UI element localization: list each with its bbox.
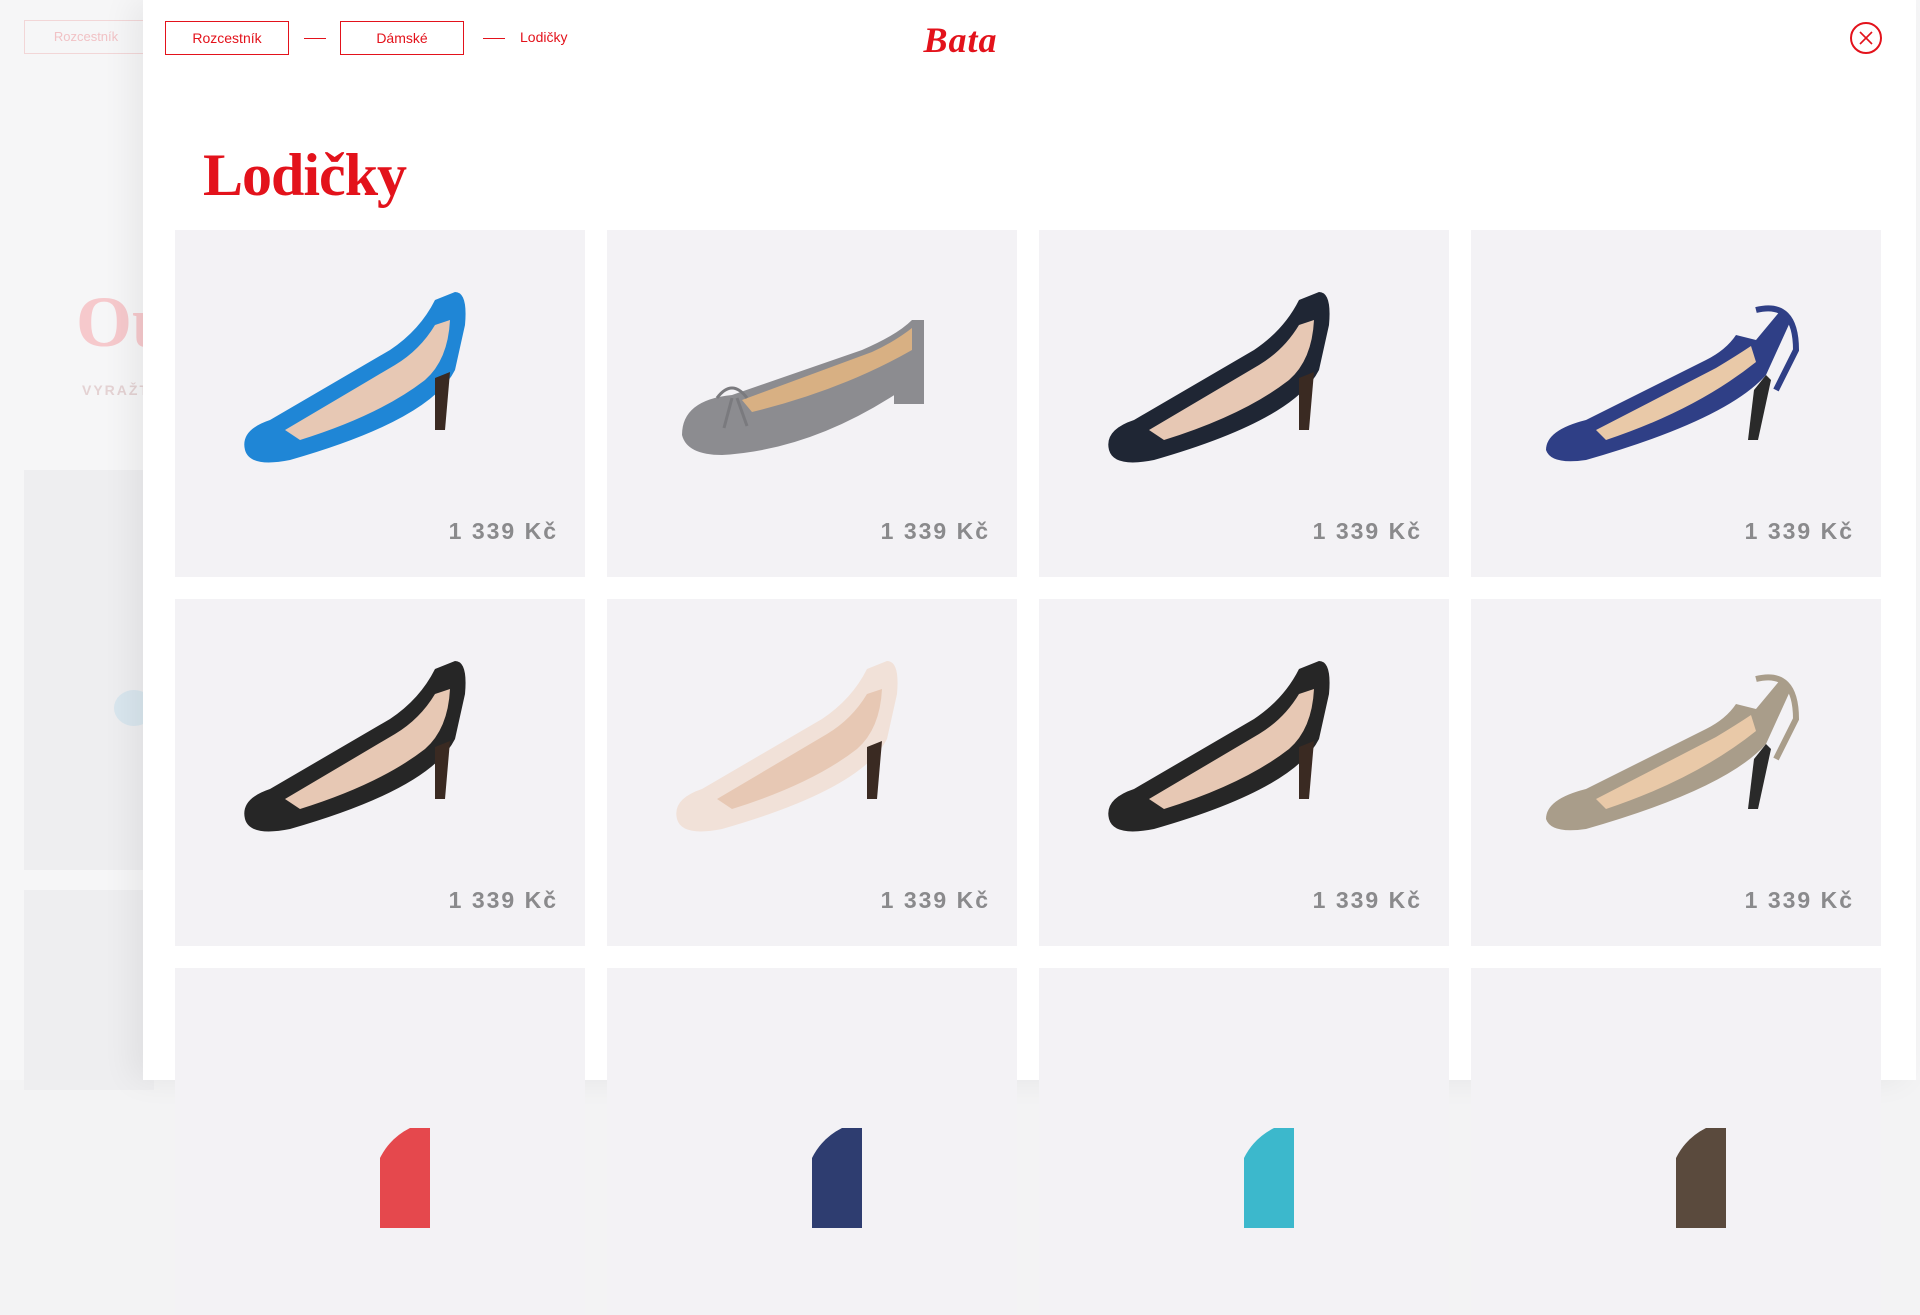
- breadcrumb-separator: [304, 38, 326, 39]
- product-card[interactable]: [607, 968, 1017, 1315]
- product-price: 1 339 Kč: [880, 887, 990, 913]
- product-image: [380, 1128, 430, 1228]
- product-grid: 1 339 Kč 1 339 Kč 1 339 Kč 1 339 Kč 1 339 Kč…: [175, 230, 1881, 1315]
- product-price: 1 339 Kč: [1312, 887, 1422, 913]
- product-image: [1108, 292, 1330, 463]
- product-card[interactable]: 1 339 Kč: [175, 230, 585, 577]
- product-price: 1 339 Kč: [1744, 887, 1854, 913]
- product-image: [812, 1128, 862, 1228]
- product-image: [1676, 1128, 1726, 1228]
- product-image: [1546, 674, 1800, 831]
- product-card[interactable]: 1 339 Kč: [1039, 230, 1449, 577]
- background-card: [24, 470, 154, 870]
- breadcrumb-current: Lodičky: [520, 29, 568, 45]
- product-card[interactable]: 1 339 Kč: [1039, 599, 1449, 946]
- product-image: [682, 320, 924, 455]
- product-image: [1108, 661, 1330, 832]
- bata-logo[interactable]: Bata: [898, 14, 1023, 66]
- product-price: 1 339 Kč: [880, 518, 990, 544]
- breadcrumb-damske-button[interactable]: Dámské: [340, 21, 464, 55]
- breadcrumb-separator: [483, 38, 505, 39]
- product-card[interactable]: [1039, 968, 1449, 1315]
- product-card[interactable]: [175, 968, 585, 1315]
- product-price: 1 339 Kč: [1744, 518, 1854, 544]
- product-card[interactable]: 1 339 Kč: [1471, 230, 1881, 577]
- product-card[interactable]: 1 339 Kč: [175, 599, 585, 946]
- product-image: [1546, 305, 1800, 462]
- product-card[interactable]: 1 339 Kč: [607, 230, 1017, 577]
- product-price: 1 339 Kč: [448, 887, 558, 913]
- product-price: 1 339 Kč: [1312, 518, 1422, 544]
- background-breadcrumb: Rozcestník: [24, 20, 148, 54]
- product-card[interactable]: 1 339 Kč: [607, 599, 1017, 946]
- product-card[interactable]: [1471, 968, 1881, 1315]
- background-subtitle: VYRAŽT: [82, 382, 150, 398]
- category-overlay-panel: Rozcestník Dámské Lodičky Bata Lodičky 1…: [143, 0, 1916, 1315]
- background-card: [24, 890, 154, 1090]
- product-image: [1244, 1128, 1294, 1228]
- page-title: Lodičky: [203, 142, 407, 208]
- breadcrumb-rozcestnik-button[interactable]: Rozcestník: [165, 21, 289, 55]
- close-button[interactable]: [1850, 22, 1882, 54]
- product-image: [244, 292, 466, 463]
- product-image: [244, 661, 466, 832]
- close-icon: [1859, 31, 1873, 45]
- product-price: 1 339 Kč: [448, 518, 558, 544]
- product-card[interactable]: 1 339 Kč: [1471, 599, 1881, 946]
- product-image: [676, 661, 898, 832]
